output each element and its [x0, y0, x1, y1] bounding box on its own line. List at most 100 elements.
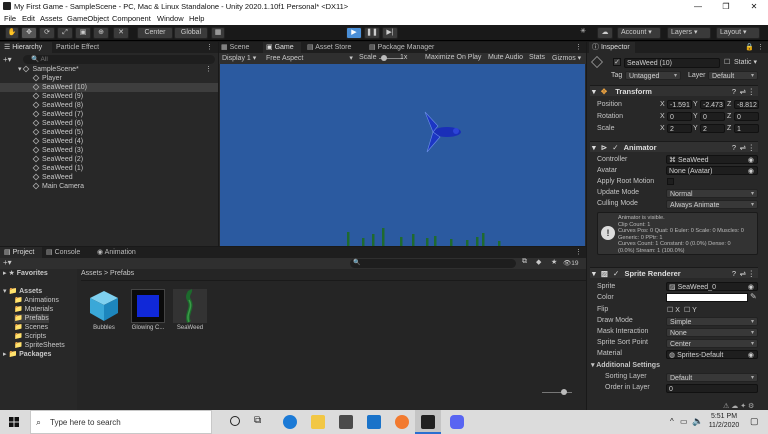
controller-field[interactable]: ⌘ SeaWeed ◉ — [666, 155, 758, 164]
hierarchy-item[interactable]: SeaWeed (5) — [0, 128, 218, 137]
menu-file[interactable]: File — [4, 14, 16, 23]
status-gear-icon[interactable]: ⚙ — [748, 403, 754, 410]
status-warning-icon[interactable]: ⚠ — [723, 403, 729, 410]
animator-menu-icon[interactable]: ⋮ — [748, 142, 756, 153]
sprite-picker-icon[interactable]: ◉ — [748, 283, 754, 292]
tab-package-manager[interactable]: ▤ Package Manager — [369, 42, 441, 53]
mail-icon[interactable] — [367, 415, 381, 429]
hierarchy-item[interactable]: Player — [0, 74, 218, 83]
tag-dropdown[interactable]: Untagged — [625, 71, 681, 81]
asset-seaweed[interactable] — [173, 289, 207, 323]
tab-particle-effect[interactable]: Particle Effect — [56, 42, 114, 53]
tab-scene[interactable]: ▦ Scene — [221, 42, 261, 53]
sprite-preset-icon[interactable]: ⇌ — [740, 268, 746, 279]
aspect-dropdown[interactable]: Free Aspect ▾ — [266, 54, 353, 62]
menu-help[interactable]: Help — [189, 14, 204, 23]
discord-icon[interactable] — [450, 415, 464, 429]
folder-item[interactable]: 📁 SpriteSheets — [14, 341, 65, 350]
custom-tool-icon[interactable]: ✕ — [113, 27, 129, 39]
static-dropdown[interactable]: Static ▾ — [734, 58, 757, 67]
sprite-field[interactable]: ▨ SeaWeed_0 ◉ — [666, 282, 758, 291]
layer-dropdown[interactable]: Default — [708, 71, 758, 81]
menu-gameobject[interactable]: GameObject — [67, 14, 109, 23]
rect-tool-icon[interactable]: ▣ — [75, 27, 91, 39]
mute-audio-toggle[interactable]: Mute Audio — [488, 54, 523, 61]
animator-enabled-checkbox[interactable]: ✓ — [612, 143, 618, 152]
root-motion-checkbox[interactable] — [667, 178, 674, 185]
filter-label-icon[interactable]: ◆ — [536, 258, 541, 266]
folder-item[interactable]: 📁 Animations — [14, 296, 59, 305]
tab-animation[interactable]: ◉ Animation — [97, 247, 147, 258]
tab-console[interactable]: ▤ Console — [46, 247, 90, 258]
transform-header[interactable]: ▾ ✥ Transform ? ⇌ ⋮ — [590, 85, 758, 96]
transform-py-field[interactable]: -2.473 — [700, 100, 725, 109]
menu-assets[interactable]: Assets — [40, 14, 63, 23]
task-view-icon[interactable]: ⧉ — [254, 415, 261, 426]
breadcrumb-leaf[interactable]: Prefabs — [110, 270, 134, 277]
edge-icon[interactable] — [283, 415, 297, 429]
transform-ry-field[interactable]: 0 — [700, 112, 725, 121]
avatar-field[interactable]: None (Avatar) ◉ — [666, 166, 758, 175]
hierarchy-item[interactable]: SeaWeed (7) — [0, 110, 218, 119]
scale-tool-icon[interactable]: ⤢ — [57, 27, 73, 39]
transform-sy-field[interactable]: 2 — [700, 124, 725, 133]
hierarchy-item[interactable]: SeaWeed (6) — [0, 119, 218, 128]
folder-item[interactable]: 📁 Scenes — [14, 323, 48, 332]
filter-type-icon[interactable]: ⧉ — [522, 258, 527, 266]
store-icon[interactable] — [339, 415, 353, 429]
hierarchy-item[interactable]: Main Camera — [0, 182, 218, 191]
folder-item[interactable]: 📁 Materials — [14, 305, 53, 314]
game-panel-menu-icon[interactable]: ⋮ — [575, 42, 585, 53]
sort-point-dropdown[interactable]: Center — [666, 339, 758, 349]
asset-glowing[interactable] — [131, 289, 165, 323]
controller-picker-icon[interactable]: ◉ — [748, 156, 754, 165]
animator-help-icon[interactable]: ? — [732, 142, 736, 153]
transform-sx-field[interactable]: 2 — [667, 124, 692, 133]
inspector-menu-icon[interactable]: ⋮ — [757, 42, 767, 53]
taskbar-clock[interactable]: 5:51 PM 11/2/2020 — [704, 412, 744, 430]
tab-asset-store[interactable]: ▤ Asset Store — [307, 42, 363, 53]
cortana-icon[interactable] — [230, 416, 240, 426]
pause-button[interactable]: ❚❚ — [364, 27, 380, 39]
maximize-on-play-toggle[interactable]: Maximize On Play — [425, 54, 481, 61]
hierarchy-item[interactable]: SeaWeed (1) — [0, 164, 218, 173]
animator-header[interactable]: ▾ ⊳ ✓ Animator ? ⇌ ⋮ — [590, 141, 758, 152]
pivot-center-button[interactable]: Center — [137, 27, 173, 39]
volume-icon[interactable]: 🔈 — [692, 416, 703, 427]
tab-hierarchy[interactable]: ☰ Hierarchy — [0, 42, 52, 53]
hierarchy-item[interactable]: SeaWeed (8) — [0, 101, 218, 110]
transform-px-field[interactable]: -1.591 — [667, 100, 692, 109]
hierarchy-item[interactable]: SeaWeed (9) — [0, 92, 218, 101]
play-button[interactable]: ▶ — [346, 27, 362, 39]
culling-mode-dropdown[interactable]: Always Animate — [666, 200, 758, 210]
update-mode-dropdown[interactable]: Normal — [666, 189, 758, 199]
taskbar-search-box[interactable]: ⌕ Type here to search — [30, 410, 212, 434]
flip-y-checkbox[interactable]: ☐ Y — [684, 306, 697, 315]
favorites-node[interactable]: ▸ ★ Favorites — [3, 269, 48, 278]
transform-sz-field[interactable]: 1 — [734, 124, 759, 133]
stats-toggle[interactable]: Stats — [529, 54, 545, 61]
file-explorer-icon[interactable] — [311, 415, 325, 429]
gizmos-dropdown[interactable]: Gizmos ▾ — [552, 54, 581, 62]
sprite-help-icon[interactable]: ? — [732, 268, 736, 279]
inspector-lock-icon[interactable]: 🔒 — [745, 42, 755, 53]
step-button[interactable]: ▶| — [382, 27, 398, 39]
sprite-menu-icon[interactable]: ⋮ — [748, 268, 756, 279]
pivot-global-button[interactable]: Global — [174, 27, 208, 39]
transform-menu-icon[interactable]: ⋮ — [748, 86, 756, 97]
sprite-renderer-header[interactable]: ▾ ▨ ✓ Sprite Renderer ? ⇌ ⋮ — [590, 267, 758, 278]
tab-inspector[interactable]: ⓘ Inspector — [589, 42, 635, 53]
status-cloud-icon[interactable]: ☁ — [731, 403, 738, 410]
close-button[interactable]: ✕ — [740, 0, 768, 13]
transform-pz-field[interactable]: -8.812 — [734, 100, 759, 109]
notifications-icon[interactable]: ▢ — [750, 416, 759, 427]
hand-tool-icon[interactable]: ✋ — [5, 27, 19, 39]
layout-dropdown[interactable]: Layout ▾ — [716, 27, 760, 39]
cloud-icon[interactable]: ☁ — [597, 27, 613, 39]
transform-tool-icon[interactable]: ⊕ — [93, 27, 109, 39]
hierarchy-item[interactable]: SeaWeed (3) — [0, 146, 218, 155]
scale-slider-handle[interactable] — [381, 55, 387, 61]
color-swatch[interactable] — [666, 293, 748, 302]
folder-item[interactable]: 📁 Scripts — [14, 332, 46, 341]
game-viewport[interactable] — [220, 64, 585, 246]
